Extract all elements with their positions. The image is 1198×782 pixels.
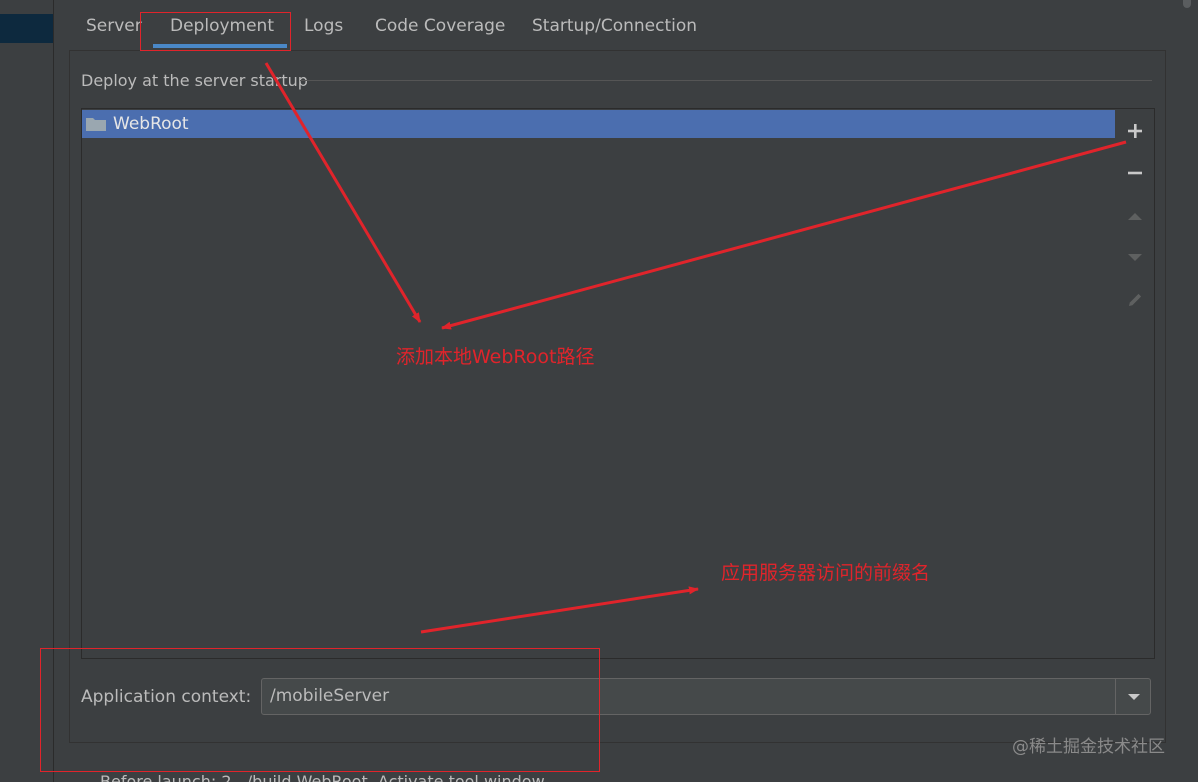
annotation-arrows (264, 62, 1127, 634)
annotation-note-webroot: 添加本地WebRoot路径 (396, 346, 595, 368)
watermark: @稀土掘金技术社区 (1012, 737, 1165, 757)
arrow-to-note2 (420, 586, 699, 634)
arrow-from-add (441, 140, 1127, 330)
arrow-from-tab (264, 62, 422, 323)
run-config-dialog: Server Deployment Logs Code Coverage Sta… (0, 0, 1198, 782)
annotation-note-context: 应用服务器访问的前缀名 (721, 562, 931, 584)
